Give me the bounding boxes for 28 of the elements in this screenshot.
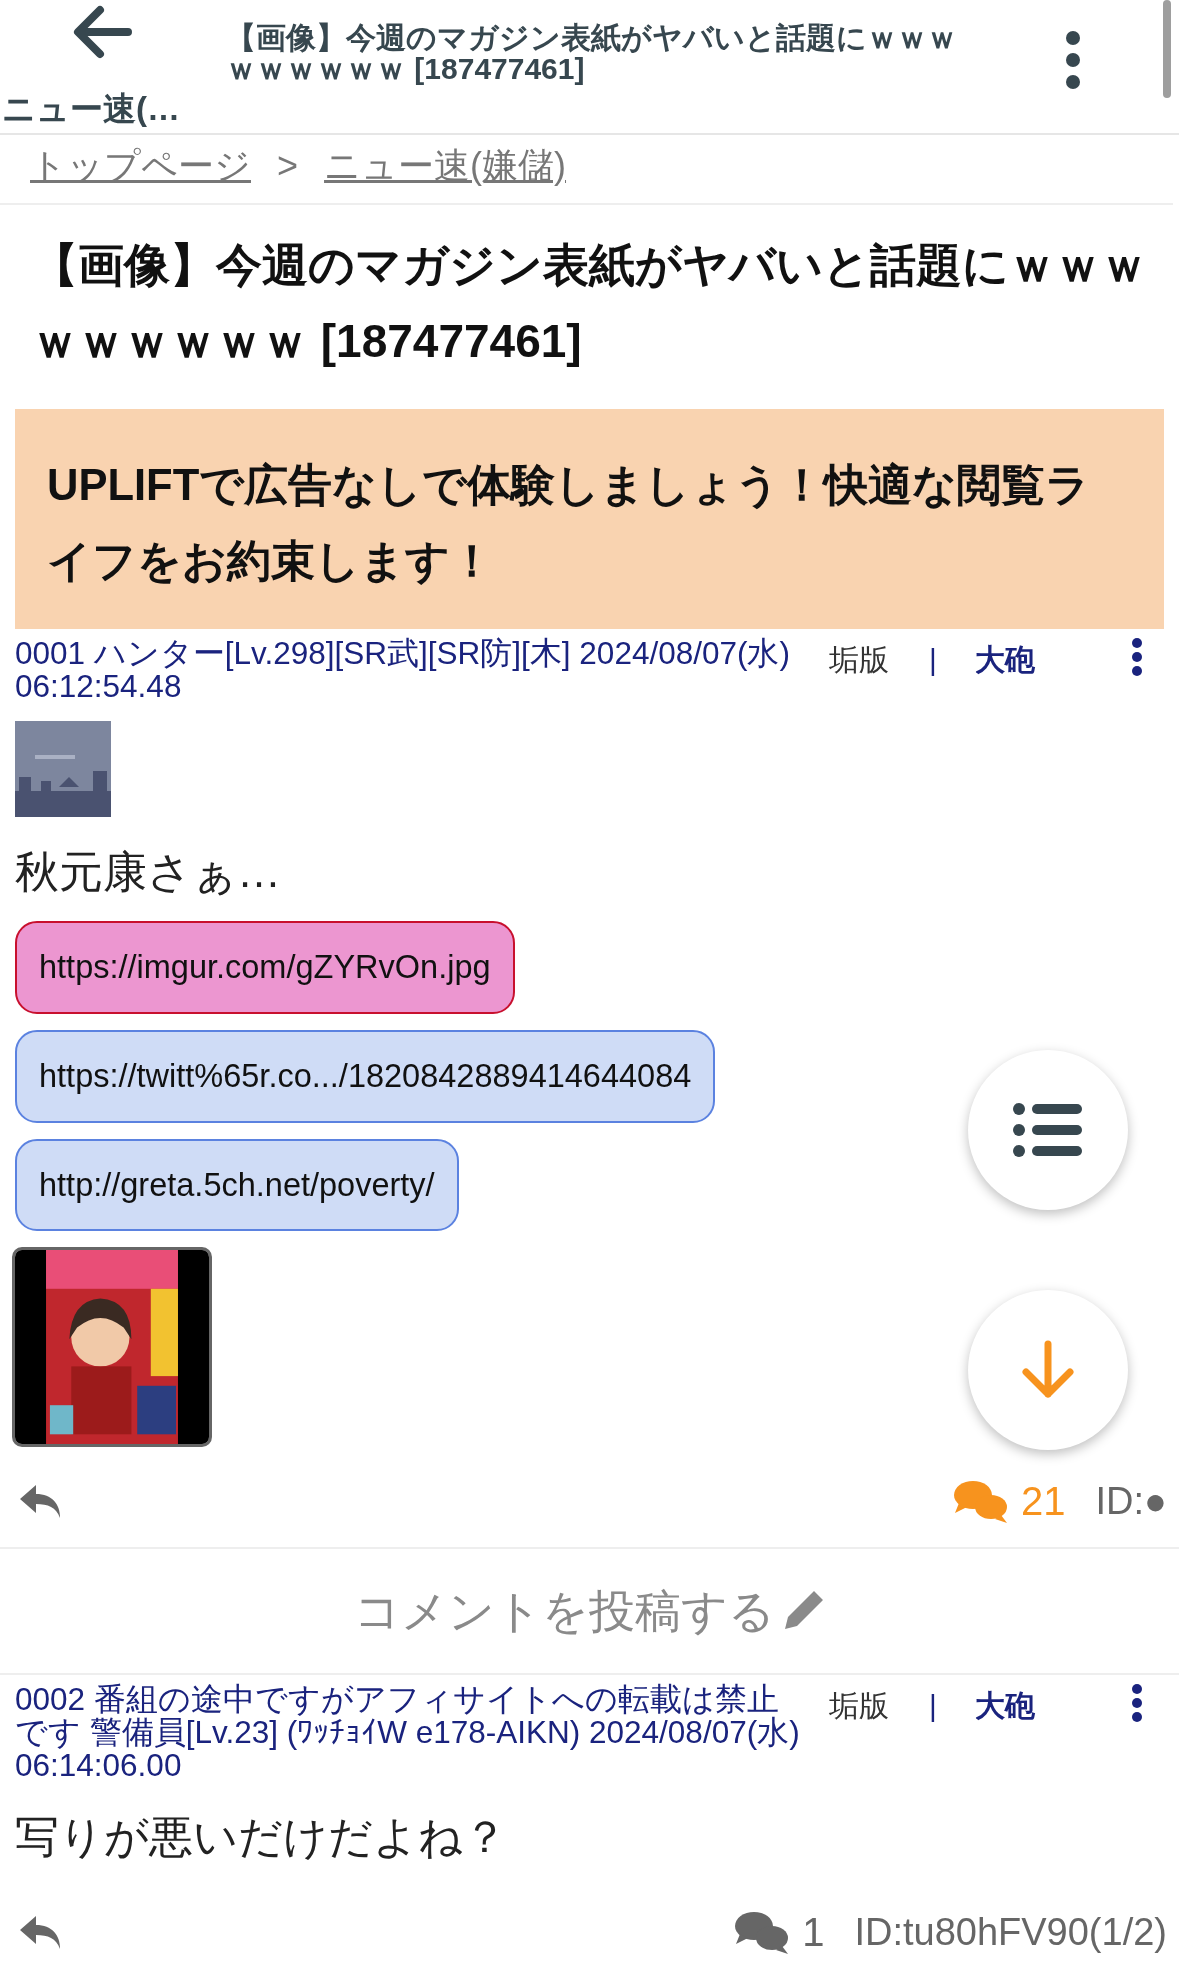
post-menu-button[interactable] xyxy=(1129,1683,1145,1724)
post-body: 秋元康さぁ… xyxy=(14,846,282,898)
breadcrumb-link[interactable]: ニュー速(嫌儲) xyxy=(324,139,566,193)
link-button[interactable]: https://twitt%65r.co.../1820842889414644084 xyxy=(15,1029,716,1123)
cannon-link[interactable]: 大砲 xyxy=(974,637,1035,703)
separator: | xyxy=(929,642,937,678)
reply-count[interactable]: 1 xyxy=(802,1902,825,1963)
scrollbar[interactable] xyxy=(1163,0,1171,98)
link-button[interactable]: https://imgur.com/gZYRvOn.jpg xyxy=(15,921,515,1014)
list-button[interactable] xyxy=(968,1050,1128,1210)
poster-id: ID:tu80hFV90(1/2) xyxy=(854,1909,1167,1955)
separator: | xyxy=(929,1688,937,1725)
account-link[interactable]: 垢版 xyxy=(829,637,889,703)
breadcrumb-separator: > xyxy=(277,144,299,188)
poster-id: ID:● xyxy=(1095,1478,1167,1524)
ad-banner: UPLIFTで広告なしで体験しましょう！快適な閲覧ライフをお約束します！ xyxy=(15,409,1164,629)
post-body: 写りが悪いだけだよね？ xyxy=(14,1811,508,1864)
link-button[interactable]: http://greta.5ch.net/poverty/ xyxy=(15,1138,459,1232)
list-icon xyxy=(1012,1102,1084,1158)
board-link[interactable]: ニュー速(… xyxy=(2,84,180,134)
account-link[interactable]: 垢版 xyxy=(829,1683,889,1783)
thread-title: 【画像】今週のマガジン表紙がヤバいと話題にｗｗｗｗｗｗｗｗｗ [187477461] xyxy=(31,238,1148,369)
breadcrumb-link[interactable]: トップページ xyxy=(30,139,251,193)
page-title: 【画像】今週のマガジン表紙がヤバいと話題にｗｗｗｗｗｗｗｗｗ [187477461] xyxy=(226,22,958,84)
post-header: 0001 ハンター[Lv.298][SR武][SR防][木] 2024/08/07(水) 06:12:54.48 xyxy=(15,637,791,703)
cannon-link[interactable]: 大砲 xyxy=(974,1683,1035,1783)
post-menu-button[interactable] xyxy=(1129,637,1145,677)
post-header: 0002 番組の途中ですがアフィサイトへの転載は禁止です 警備員[Lv.23] (ﾜｯﾁｮｲW e178-AIKN) 2024/08/07(水) 06:14:06.00 xyxy=(15,1683,801,1783)
